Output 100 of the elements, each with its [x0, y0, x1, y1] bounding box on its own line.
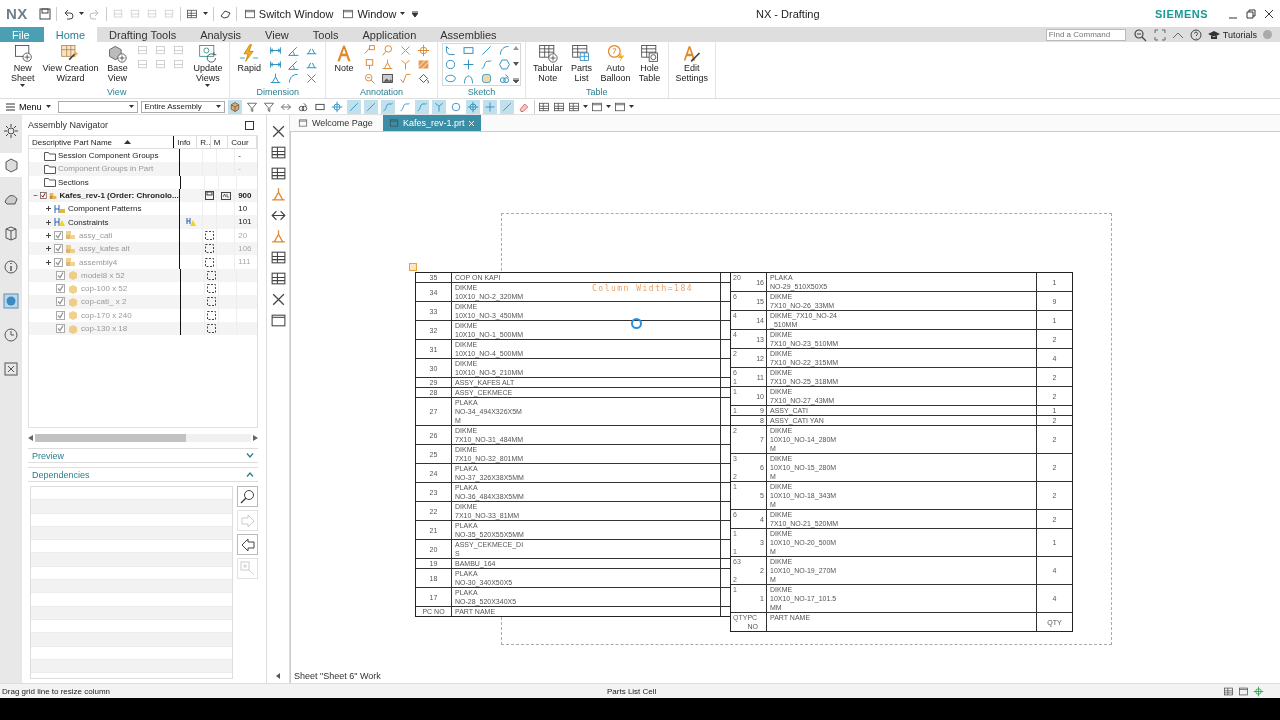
drawing-sheet[interactable]: [290, 131, 1280, 669]
magnifier-icon[interactable]: [1131, 26, 1148, 43]
type-filter-dropdown[interactable]: [57, 100, 138, 113]
cross-icon[interactable]: [398, 44, 412, 57]
drafting-tool-button[interactable]: [269, 165, 287, 182]
window-icon[interactable]: [590, 100, 603, 113]
ribbon-button[interactable]: Hole Table: [635, 43, 664, 83]
ribbon-tab[interactable]: Tools: [300, 27, 351, 42]
arc-icon[interactable]: [497, 44, 511, 57]
ribbon-tab[interactable]: Analysis: [188, 27, 254, 42]
toolbar-toggle[interactable]: [227, 99, 242, 114]
ellipse-icon[interactable]: [443, 72, 457, 85]
ribbon-tab[interactable]: Application: [350, 27, 429, 42]
crosshair-icon[interactable]: [1253, 685, 1264, 697]
toolbar-toggle[interactable]: [465, 99, 480, 114]
curve-icon[interactable]: [479, 58, 493, 71]
menu-button[interactable]: Menu: [6, 101, 55, 112]
dimension-icon[interactable]: [268, 58, 282, 71]
column-header[interactable]: R..: [197, 136, 211, 148]
dependency-tool[interactable]: [237, 486, 258, 507]
ribbon-button[interactable]: Tabular Note: [529, 43, 566, 83]
scope-dropdown[interactable]: Entire Assembly: [140, 100, 225, 113]
angle-dimension-icon[interactable]: [286, 44, 300, 57]
drafting-tool-button[interactable]: [269, 312, 287, 329]
scroll-right-icon[interactable]: [253, 435, 258, 441]
toolbar-toggle[interactable]: [499, 99, 514, 114]
window-icon[interactable]: [613, 100, 626, 113]
cross-icon[interactable]: [304, 72, 318, 85]
resource-tab[interactable]: [0, 153, 22, 177]
checkbox[interactable]: [40, 191, 47, 201]
parts-list-table[interactable]: [730, 272, 1073, 632]
part-name[interactable]: Session Component Groups: [58, 151, 159, 161]
toolbar-toggle[interactable]: [380, 99, 395, 114]
ribbon-button[interactable]: View Creation Wizard: [39, 43, 102, 83]
balloon-icon[interactable]: [380, 44, 394, 57]
redo-icon[interactable]: [88, 7, 101, 20]
ribbon-button[interactable]: Edit Settings: [672, 43, 712, 83]
crosshair-icon[interactable]: [416, 44, 430, 57]
table-icon[interactable]: [1223, 685, 1234, 697]
help-icon[interactable]: [1189, 28, 1202, 41]
checkbox[interactable]: [56, 284, 65, 294]
column-header[interactable]: M: [210, 136, 229, 148]
document-tab[interactable]: Welcome Page: [292, 115, 379, 131]
restore-icon[interactable]: [1246, 8, 1256, 19]
preview-header[interactable]: Preview: [28, 448, 258, 463]
column-header[interactable]: Cour: [228, 136, 257, 148]
maximize-icon[interactable]: [245, 120, 254, 130]
corner-icon[interactable]: [443, 44, 457, 57]
dependency-tool[interactable]: [237, 534, 258, 555]
dependencies-header[interactable]: Dependencies: [28, 467, 258, 482]
checkbox[interactable]: [54, 244, 63, 254]
find-command-field[interactable]: Find a Command: [1045, 28, 1126, 41]
scroll-down-icon[interactable]: [512, 62, 519, 66]
plus-icon[interactable]: [461, 58, 475, 71]
rounded-square-icon[interactable]: [479, 72, 493, 85]
part-name[interactable]: Component Patterns: [68, 204, 142, 214]
ribbon-button[interactable]: Update Views: [190, 43, 226, 87]
ribbon-button[interactable]: Base View: [103, 43, 132, 83]
part-name[interactable]: Kafes_rev-1 (Order: Chronolo...: [59, 191, 179, 201]
table-anchor[interactable]: [409, 263, 417, 271]
part-name[interactable]: Constraints: [68, 217, 109, 227]
table-icon[interactable]: [537, 100, 550, 113]
angle-dimension-icon[interactable]: [286, 58, 300, 71]
expand-icon[interactable]: [45, 231, 52, 239]
datum-icon[interactable]: [268, 72, 282, 85]
quick-access-button[interactable]: Switch Window: [241, 7, 336, 20]
checkbox[interactable]: [56, 310, 65, 320]
arc-icon[interactable]: [286, 72, 300, 85]
ribbon-tab[interactable]: Drafting Tools: [97, 27, 189, 42]
ribbon-button[interactable]: Note: [329, 43, 358, 74]
document-tab[interactable]: Kafes_rev-1.prt: [382, 115, 482, 131]
dimension-icon[interactable]: [268, 44, 282, 57]
table-icon[interactable]: [567, 100, 580, 113]
expand-icon[interactable]: [45, 205, 52, 213]
checkbox[interactable]: [56, 297, 65, 307]
ribbon-tab[interactable]: Home: [43, 27, 98, 42]
toolbar-toggle[interactable]: [414, 99, 429, 114]
ribbon-button[interactable]: Parts List: [567, 43, 596, 83]
checkbox[interactable]: [54, 257, 63, 267]
ribbon-button[interactable]: New Sheet: [8, 43, 38, 87]
toolbar-toggle[interactable]: [482, 99, 497, 114]
parts-list-table[interactable]: [415, 272, 731, 617]
collapse-arrow-icon[interactable]: [276, 673, 280, 679]
ribbon-button[interactable]: Auto Balloon: [597, 43, 634, 83]
part-name[interactable]: Sections: [58, 177, 89, 187]
circle-icon[interactable]: [443, 58, 457, 71]
drafting-tool-button[interactable]: [269, 144, 287, 161]
table-icon[interactable]: [185, 7, 198, 20]
drafting-tool-button[interactable]: [269, 270, 287, 287]
bucket-icon[interactable]: [416, 72, 430, 85]
table-icon[interactable]: [552, 100, 565, 113]
expand-icon[interactable]: [45, 245, 52, 253]
ribbon-button[interactable]: Rapid: [234, 43, 264, 74]
toolbar-toggle[interactable]: [329, 99, 344, 114]
scroll-up-icon[interactable]: [512, 46, 519, 50]
parabola-icon[interactable]: [461, 72, 475, 85]
toolbar-toggle[interactable]: [431, 99, 446, 114]
toolbar-toggle[interactable]: [346, 99, 361, 114]
customize-icon[interactable]: [411, 10, 418, 17]
close-icon[interactable]: [1264, 8, 1274, 19]
